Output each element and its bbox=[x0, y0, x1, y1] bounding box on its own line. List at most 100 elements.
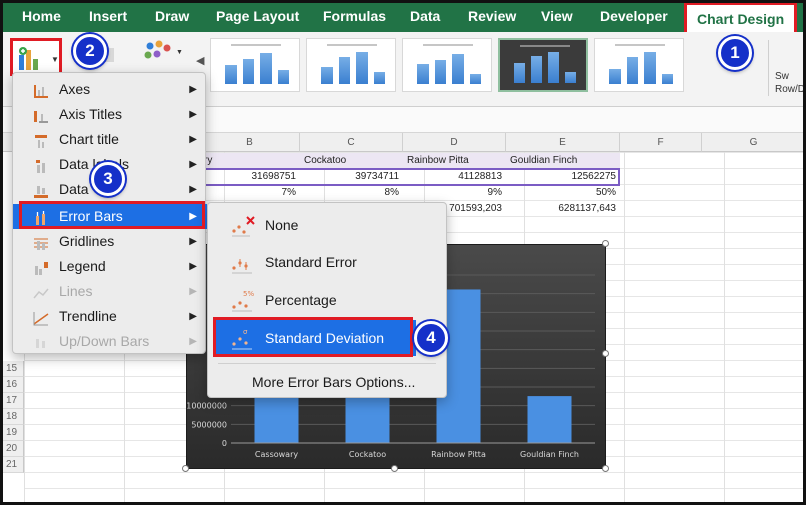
menu-item-trendline[interactable]: Trendline ▶ bbox=[13, 304, 207, 329]
error-bars-highlight-box bbox=[19, 201, 205, 229]
menu-item-label: Data bbox=[59, 181, 89, 197]
tab-draw[interactable]: Draw bbox=[155, 0, 189, 32]
menu-item-axes[interactable]: Axes ▶ bbox=[13, 77, 207, 102]
chart-style-4-selected[interactable] bbox=[498, 38, 588, 92]
gallery-scroll-left-icon[interactable]: ◀ bbox=[196, 54, 204, 67]
cell-e-header[interactable]: Gouldian Finch bbox=[506, 153, 620, 169]
tab-developer[interactable]: Developer bbox=[600, 0, 668, 32]
data-labels-icon bbox=[33, 157, 49, 173]
trendline-icon bbox=[33, 309, 49, 326]
add-chart-element-icon bbox=[18, 47, 46, 71]
chart-styles-gallery bbox=[210, 38, 684, 94]
menu-item-lines: Lines ▶ bbox=[13, 279, 207, 304]
chart-title-icon bbox=[33, 132, 49, 148]
column-header-f[interactable]: F bbox=[620, 133, 702, 152]
menu-item-chart-title[interactable]: Chart title ▶ bbox=[13, 127, 207, 152]
chart-resize-handle-top-right[interactable] bbox=[602, 240, 609, 247]
tab-home[interactable]: Home bbox=[22, 0, 61, 32]
submenu-arrow-icon: ▶ bbox=[189, 84, 197, 95]
chart-resize-handle-bottom[interactable] bbox=[391, 465, 398, 472]
submenu-arrow-icon: ▶ bbox=[189, 261, 197, 272]
tab-view[interactable]: View bbox=[541, 0, 573, 32]
row-header-19[interactable]: 19 bbox=[0, 425, 24, 441]
submenu-arrow-icon: ▶ bbox=[189, 336, 197, 347]
tab-insert[interactable]: Insert bbox=[89, 0, 127, 32]
switch-row-column-button[interactable]: Sw Row/D bbox=[775, 70, 805, 96]
step-marker-1: 1 bbox=[718, 36, 752, 70]
chart-y-tick-label: 5000000 bbox=[191, 420, 227, 429]
change-colors-button[interactable]: ▼ bbox=[140, 38, 184, 72]
add-chart-element-button[interactable]: ▼ bbox=[10, 38, 62, 76]
menu-item-label: Lines bbox=[59, 283, 93, 299]
menu-item-label: Axes bbox=[59, 81, 91, 97]
row-header-18[interactable]: 18 bbox=[0, 409, 24, 425]
more-error-bars-options[interactable]: More Error Bars Options... bbox=[208, 367, 448, 397]
cell-c-percent[interactable]: 8% bbox=[300, 185, 403, 201]
axes-icon bbox=[33, 82, 49, 98]
step-marker-4: 4 bbox=[414, 321, 448, 355]
up-down-bars-icon bbox=[33, 334, 49, 349]
chart-resize-handle-bottom-right[interactable] bbox=[602, 465, 609, 472]
menu-item-legend[interactable]: Legend ▶ bbox=[13, 254, 207, 279]
none-error-icon bbox=[230, 215, 256, 237]
row-header-15[interactable]: 15 bbox=[0, 361, 24, 377]
chevron-down-icon: ▼ bbox=[51, 55, 59, 64]
submenu-arrow-icon: ▶ bbox=[189, 134, 197, 145]
error-bar-none-option[interactable]: None bbox=[208, 207, 448, 243]
submenu-item-label: Percentage bbox=[265, 292, 337, 308]
ribbon-tab-bar: Home Insert Draw Page Layout Formulas Da… bbox=[0, 0, 806, 32]
column-header-e[interactable]: E bbox=[506, 133, 620, 152]
menu-item-label: Trendline bbox=[59, 308, 117, 324]
tab-chart-design[interactable]: Chart Design bbox=[684, 2, 798, 32]
tab-review[interactable]: Review bbox=[468, 0, 516, 32]
tab-data[interactable]: Data bbox=[410, 0, 440, 32]
menu-item-label: Gridlines bbox=[59, 233, 115, 249]
cell-d-header[interactable]: Rainbow Pitta bbox=[403, 153, 506, 169]
step-marker-2: 2 bbox=[73, 34, 107, 68]
menu-item-gridlines[interactable]: Gridlines ▶ bbox=[13, 229, 207, 254]
column-header-b[interactable]: B bbox=[200, 133, 300, 152]
percentage-error-icon: 5% bbox=[230, 290, 256, 312]
chart-resize-handle-right[interactable] bbox=[602, 350, 609, 357]
tab-formulas[interactable]: Formulas bbox=[323, 0, 386, 32]
chart-style-2[interactable] bbox=[306, 38, 396, 92]
chart-x-tick-label: Cockatoo bbox=[349, 450, 386, 459]
row-header-20[interactable]: 20 bbox=[0, 441, 24, 457]
chart-x-tick-label: Gouldian Finch bbox=[520, 450, 579, 459]
menu-item-axis-titles[interactable]: Axis Titles ▶ bbox=[13, 102, 207, 127]
column-header-d[interactable]: D bbox=[403, 133, 506, 152]
cell-e-percent[interactable]: 50% bbox=[506, 185, 620, 201]
chart-style-5[interactable] bbox=[594, 38, 684, 92]
chart-resize-handle-bottom-left[interactable] bbox=[182, 465, 189, 472]
chart-style-1[interactable] bbox=[210, 38, 300, 92]
submenu-item-label: More Error Bars Options... bbox=[252, 374, 416, 390]
chart-x-tick-label: Cassowary bbox=[255, 450, 298, 459]
cell-b-percent[interactable]: 7% bbox=[200, 185, 300, 201]
submenu-arrow-icon: ▶ bbox=[189, 286, 197, 297]
submenu-item-label: Standard Error bbox=[265, 254, 357, 270]
standard-deviation-highlight-box bbox=[213, 317, 413, 357]
error-bar-percentage-option[interactable]: 5% Percentage bbox=[208, 282, 448, 318]
row-header-16[interactable]: 16 bbox=[0, 377, 24, 393]
submenu-arrow-icon: ▶ bbox=[189, 159, 197, 170]
cell-e-std[interactable]: 6281137,643 bbox=[506, 201, 620, 217]
submenu-arrow-icon: ▶ bbox=[189, 109, 197, 120]
menu-item-label: Chart title bbox=[59, 131, 119, 147]
svg-text:5%: 5% bbox=[243, 290, 254, 298]
cell-c-header[interactable]: Cockatoo bbox=[300, 153, 403, 169]
row-header-21[interactable]: 21 bbox=[0, 457, 24, 473]
column-header-c[interactable]: C bbox=[300, 133, 403, 152]
error-bar-standard-error-option[interactable]: Standard Error bbox=[208, 244, 448, 280]
data-table-icon bbox=[33, 182, 49, 198]
cell-b-header[interactable]: ry bbox=[200, 153, 300, 169]
tab-page-layout[interactable]: Page Layout bbox=[216, 0, 299, 32]
axis-titles-icon bbox=[33, 107, 49, 123]
submenu-arrow-icon: ▶ bbox=[189, 311, 197, 322]
column-header-g[interactable]: G bbox=[702, 133, 806, 152]
chart-style-3[interactable] bbox=[402, 38, 492, 92]
lines-icon bbox=[33, 284, 49, 299]
row-header-17[interactable]: 17 bbox=[0, 393, 24, 409]
cell-d-percent[interactable]: 9% bbox=[403, 185, 506, 201]
standard-error-icon bbox=[230, 252, 256, 274]
ribbon-divider bbox=[768, 40, 769, 96]
